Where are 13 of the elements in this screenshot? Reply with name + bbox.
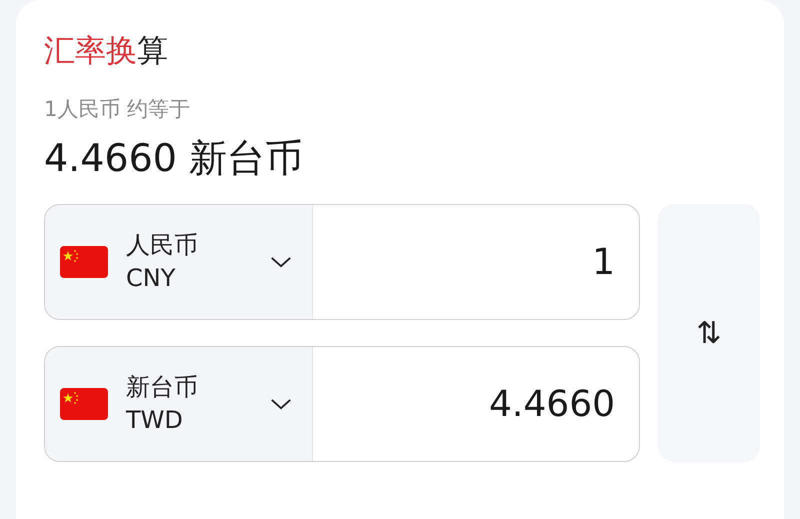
currency-selector[interactable]: 新台币 TWD: [45, 347, 313, 461]
title-text: 算: [137, 33, 168, 69]
amount-field[interactable]: 4.4660: [313, 347, 639, 461]
swap-button[interactable]: ⇅: [658, 204, 760, 462]
rate-result: 4.4660 新台币: [44, 135, 304, 182]
flag-icon: [60, 246, 108, 278]
title-highlight: 汇率换: [44, 33, 137, 69]
currency-selector[interactable]: 人民币 CNY: [45, 205, 313, 319]
flag-icon: [60, 388, 108, 420]
chevron-down-icon: [270, 256, 292, 268]
chevron-down-icon: [270, 398, 292, 410]
amount-field[interactable]: 1: [313, 205, 639, 319]
rate-caption: 1人民币 约等于: [44, 96, 192, 123]
